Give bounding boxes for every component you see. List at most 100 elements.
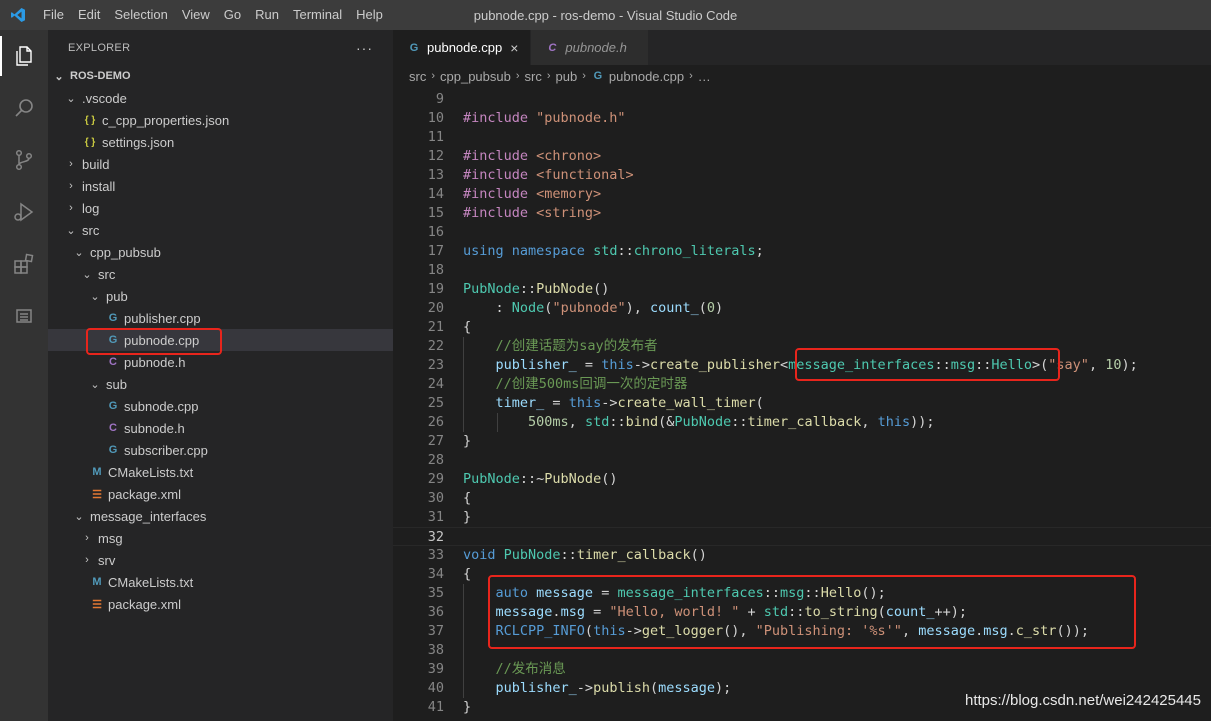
tree-file[interactable]: Cpubnode.h (48, 351, 393, 373)
code-text: #include "pubnode.h" (463, 110, 626, 126)
tab-label: pubnode.h (565, 40, 627, 55)
chevron-right-icon: › (431, 70, 436, 82)
breadcrumb-item[interactable]: src (525, 69, 542, 84)
menu-file[interactable]: File (36, 0, 71, 30)
code-line[interactable]: 12 #include <chrono> (393, 147, 1211, 166)
code-line[interactable]: 11 (393, 128, 1211, 147)
menu-go[interactable]: Go (217, 0, 248, 30)
line-number: 18 (427, 262, 444, 278)
tab-pubnode-cpp[interactable]: Gpubnode.cpp × (393, 30, 532, 65)
code-line[interactable]: 27} (393, 432, 1211, 451)
code-line[interactable]: 31} (393, 508, 1211, 527)
menu-help[interactable]: Help (349, 0, 390, 30)
code-line[interactable]: 32 (393, 527, 1211, 546)
code-line[interactable]: 36 message.msg = "Hello, world! " + std:… (393, 603, 1211, 622)
tree-file[interactable]: M CMakeLists.txt (48, 571, 393, 593)
tree-file[interactable]: M CMakeLists.txt (48, 461, 393, 483)
tree-item-label: pubnode.h (124, 354, 186, 370)
tree-folder[interactable]: › build (48, 153, 393, 175)
tree-folder[interactable]: ⌄ pub (48, 285, 393, 307)
tree-folder[interactable]: ⌄ message_interfaces (48, 505, 393, 527)
code-line[interactable]: 9 (393, 90, 1211, 109)
workspace-root[interactable]: ⌄ ROS-DEMO (48, 65, 393, 87)
code-line[interactable]: 14 #include <memory> (393, 185, 1211, 204)
code-line[interactable]: 13 #include <functional> (393, 166, 1211, 185)
panel-icon[interactable] (0, 290, 48, 342)
code-line[interactable]: 39 //发布消息 (393, 660, 1211, 679)
extensions-icon[interactable] (0, 238, 48, 290)
code-line[interactable]: 23 publisher_ = this->create_publisher<m… (393, 356, 1211, 375)
tree-folder[interactable]: ⌄ sub (48, 373, 393, 395)
breadcrumb-item[interactable]: … (698, 69, 711, 84)
cpp-file-icon: G (108, 312, 118, 324)
code-line[interactable]: 37 RCLCPP_INFO(this->get_logger(), "Publ… (393, 622, 1211, 641)
code-text: //发布消息 (495, 661, 566, 677)
code-editor[interactable]: 9 10 #include "pubnode.h" 11 12 #include <chr… (393, 90, 1211, 721)
tree-file[interactable]: ☰ package.xml (48, 483, 393, 505)
tree-folder[interactable]: › log (48, 197, 393, 219)
close-icon[interactable]: × (510, 40, 518, 56)
code-line[interactable]: 26 500ms, std::bind(&PubNode::timer_call… (393, 413, 1211, 432)
code-line[interactable]: 24 //创建500ms回调一次的定时器 (393, 375, 1211, 394)
code-line[interactable]: 38 (393, 641, 1211, 660)
code-line[interactable]: 18 (393, 261, 1211, 280)
code-line[interactable]: 16 (393, 223, 1211, 242)
code-line[interactable]: 17 using namespace std::chrono_literals; (393, 242, 1211, 261)
line-number: 16 (427, 224, 444, 240)
code-line[interactable]: 10 #include "pubnode.h" (393, 109, 1211, 128)
line-number: 13 (427, 167, 444, 183)
run-debug-icon[interactable] (0, 186, 48, 238)
code-line[interactable]: 19 PubNode::PubNode() (393, 280, 1211, 299)
breadcrumb-item[interactable]: pubnode.cpp (609, 69, 684, 84)
explorer-files-icon[interactable] (0, 30, 48, 82)
tree-file[interactable]: Csubnode.h (48, 417, 393, 439)
tree-file[interactable]: Gpubnode.cpp (48, 329, 393, 351)
menu-run[interactable]: Run (248, 0, 286, 30)
chevron-right-icon: › (85, 532, 89, 544)
code-line[interactable]: 15 #include <string> (393, 204, 1211, 223)
tree-file[interactable]: { } settings.json (48, 131, 393, 153)
code-line[interactable]: 34 { (393, 565, 1211, 584)
code-line[interactable]: 30 { (393, 489, 1211, 508)
code-line[interactable]: 22 //创建话题为say的发布者 (393, 337, 1211, 356)
chevron-down-icon: ⌄ (66, 224, 76, 237)
code-line[interactable]: 25 timer_ = this->create_wall_timer( (393, 394, 1211, 413)
code-line[interactable]: 29 PubNode::~PubNode() (393, 470, 1211, 489)
tab-pubnode-h[interactable]: Cpubnode.h (531, 30, 650, 65)
tree-file[interactable]: Gsubscriber.cpp (48, 439, 393, 461)
code-text: : Node("pubnode"), count_(0) (463, 300, 724, 316)
tree-folder[interactable]: › install (48, 175, 393, 197)
menu-terminal[interactable]: Terminal (286, 0, 349, 30)
tree-item-label: c_cpp_properties.json (102, 112, 230, 128)
more-actions-icon[interactable]: ··· (356, 40, 373, 56)
tree-file[interactable]: { } c_cpp_properties.json (48, 109, 393, 131)
tree-file[interactable]: Gsubnode.cpp (48, 395, 393, 417)
code-line[interactable]: 20 : Node("pubnode"), count_(0) (393, 299, 1211, 318)
tree-folder[interactable]: › srv (48, 549, 393, 571)
tree-folder[interactable]: ⌄ src (48, 263, 393, 285)
menu-view[interactable]: View (175, 0, 217, 30)
tree-file[interactable]: Gpublisher.cpp (48, 307, 393, 329)
breadcrumb-item[interactable]: cpp_pubsub (440, 69, 511, 84)
breadcrumb-item[interactable]: pub (556, 69, 578, 84)
code-line[interactable]: 28 (393, 451, 1211, 470)
code-line[interactable]: 33 void PubNode::timer_callback() (393, 546, 1211, 565)
tree-folder[interactable]: ⌄ cpp_pubsub (48, 241, 393, 263)
header-file-icon: C (109, 356, 117, 368)
tree-file[interactable]: ☰ package.xml (48, 593, 393, 615)
code-line[interactable]: 35 auto message = message_interfaces::ms… (393, 584, 1211, 603)
source-control-icon[interactable] (0, 134, 48, 186)
tree-folder[interactable]: ⌄ src (48, 219, 393, 241)
code-text: PubNode::~PubNode() (463, 471, 618, 487)
breadcrumb-item[interactable]: src (409, 69, 426, 84)
menu-selection[interactable]: Selection (107, 0, 174, 30)
line-number: 32 (427, 529, 444, 545)
tree-folder[interactable]: ⌄ .vscode (48, 87, 393, 109)
explorer-header: EXPLORER ··· (48, 30, 393, 65)
menu-edit[interactable]: Edit (71, 0, 107, 30)
tree-folder[interactable]: › msg (48, 527, 393, 549)
code-line[interactable]: 21 { (393, 318, 1211, 337)
search-icon[interactable] (0, 82, 48, 134)
line-number: 31 (427, 509, 444, 525)
line-number: 11 (427, 129, 444, 145)
